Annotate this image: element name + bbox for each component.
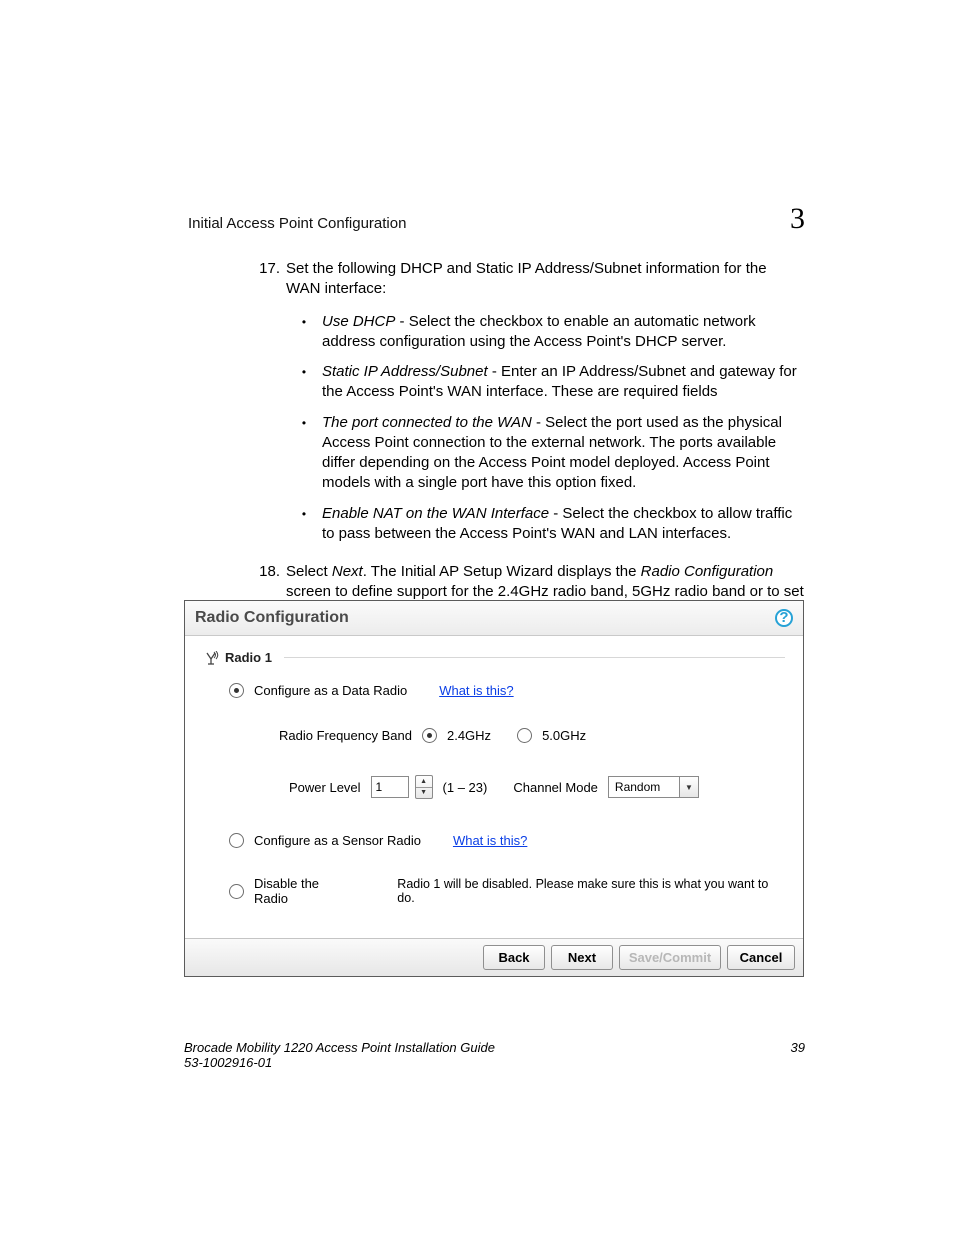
freq-50-option[interactable] (517, 728, 532, 743)
power-level-label: Power Level (289, 780, 361, 795)
step18-pre: Select (286, 563, 332, 580)
freq-24-option[interactable] (422, 728, 437, 743)
step-number-17: 17. (188, 259, 286, 554)
radio-disable-option[interactable] (229, 884, 244, 899)
channel-mode-label: Channel Mode (513, 780, 598, 795)
divider (284, 657, 785, 659)
power-level-input[interactable] (371, 776, 409, 798)
power-level-stepper[interactable]: ▲ ▼ (415, 775, 433, 799)
panel-title: Radio Configuration (195, 609, 349, 627)
radio-data-option[interactable] (229, 683, 244, 698)
footer-left: Brocade Mobility 1220 Access Point Insta… (184, 1040, 495, 1070)
channel-mode-value: Random (608, 776, 680, 798)
bullet-icon: • (286, 362, 322, 403)
radio1-label: Radio 1 (225, 650, 272, 665)
bullet-port-wan: The port connected to the WAN - Select t… (322, 413, 805, 494)
bullet-enable-nat-em: Enable NAT on the WAN Interface (322, 505, 549, 522)
back-button[interactable]: Back (483, 945, 545, 970)
cancel-button[interactable]: Cancel (727, 945, 795, 970)
freq-24-label: 2.4GHz (447, 728, 491, 743)
channel-mode-select[interactable]: Random ▼ (608, 776, 699, 798)
step17-intro: Set the following DHCP and Static IP Add… (286, 260, 767, 297)
disable-note: Radio 1 will be disabled. Please make su… (397, 877, 785, 905)
bullet-static-ip-em: Static IP Address/Subnet (322, 363, 488, 380)
antenna-icon (203, 651, 219, 665)
freq-50-label: 5.0GHz (542, 728, 586, 743)
bullet-icon: • (286, 413, 322, 494)
next-button[interactable]: Next (551, 945, 613, 970)
freq-band-label: Radio Frequency Band (279, 728, 412, 743)
bullet-port-wan-em: The port connected to the WAN (322, 414, 532, 431)
spinner-up-icon[interactable]: ▲ (416, 776, 432, 788)
bullet-icon: • (286, 312, 322, 353)
radio-sensor-option[interactable] (229, 833, 244, 848)
bullet-use-dhcp-em: Use DHCP (322, 313, 395, 330)
radio-data-label: Configure as a Data Radio (254, 683, 407, 698)
spinner-down-icon[interactable]: ▼ (416, 788, 432, 799)
radio-sensor-label: Configure as a Sensor Radio (254, 833, 421, 848)
bullet-static-ip: Static IP Address/Subnet - Enter an IP A… (322, 362, 805, 403)
radio-config-panel: Radio Configuration ? Radio 1 (184, 600, 804, 977)
chapter-number: 3 (790, 202, 805, 236)
footer-doc-number: 53-1002916-01 (184, 1055, 495, 1070)
bullet-enable-nat: Enable NAT on the WAN Interface - Select… (322, 504, 805, 545)
what-is-this-data-link[interactable]: What is this? (439, 683, 513, 698)
step18-em2: Radio Configuration (641, 563, 774, 580)
radio-disable-label: Disable the Radio (254, 876, 356, 906)
what-is-this-sensor-link[interactable]: What is this? (453, 833, 527, 848)
step18-mid: . The Initial AP Setup Wizard displays t… (363, 563, 641, 580)
chevron-down-icon[interactable]: ▼ (680, 776, 699, 798)
help-icon[interactable]: ? (775, 609, 793, 627)
footer-doc-title: Brocade Mobility 1220 Access Point Insta… (184, 1040, 495, 1055)
power-range-label: (1 – 23) (443, 780, 488, 795)
save-commit-button[interactable]: Save/Commit (619, 945, 721, 970)
bullet-use-dhcp: Use DHCP - Select the checkbox to enable… (322, 312, 805, 353)
footer-page-number: 39 (791, 1040, 805, 1070)
bullet-icon: • (286, 504, 322, 545)
step18-em1: Next (332, 563, 363, 580)
section-title: Initial Access Point Configuration (188, 215, 406, 232)
